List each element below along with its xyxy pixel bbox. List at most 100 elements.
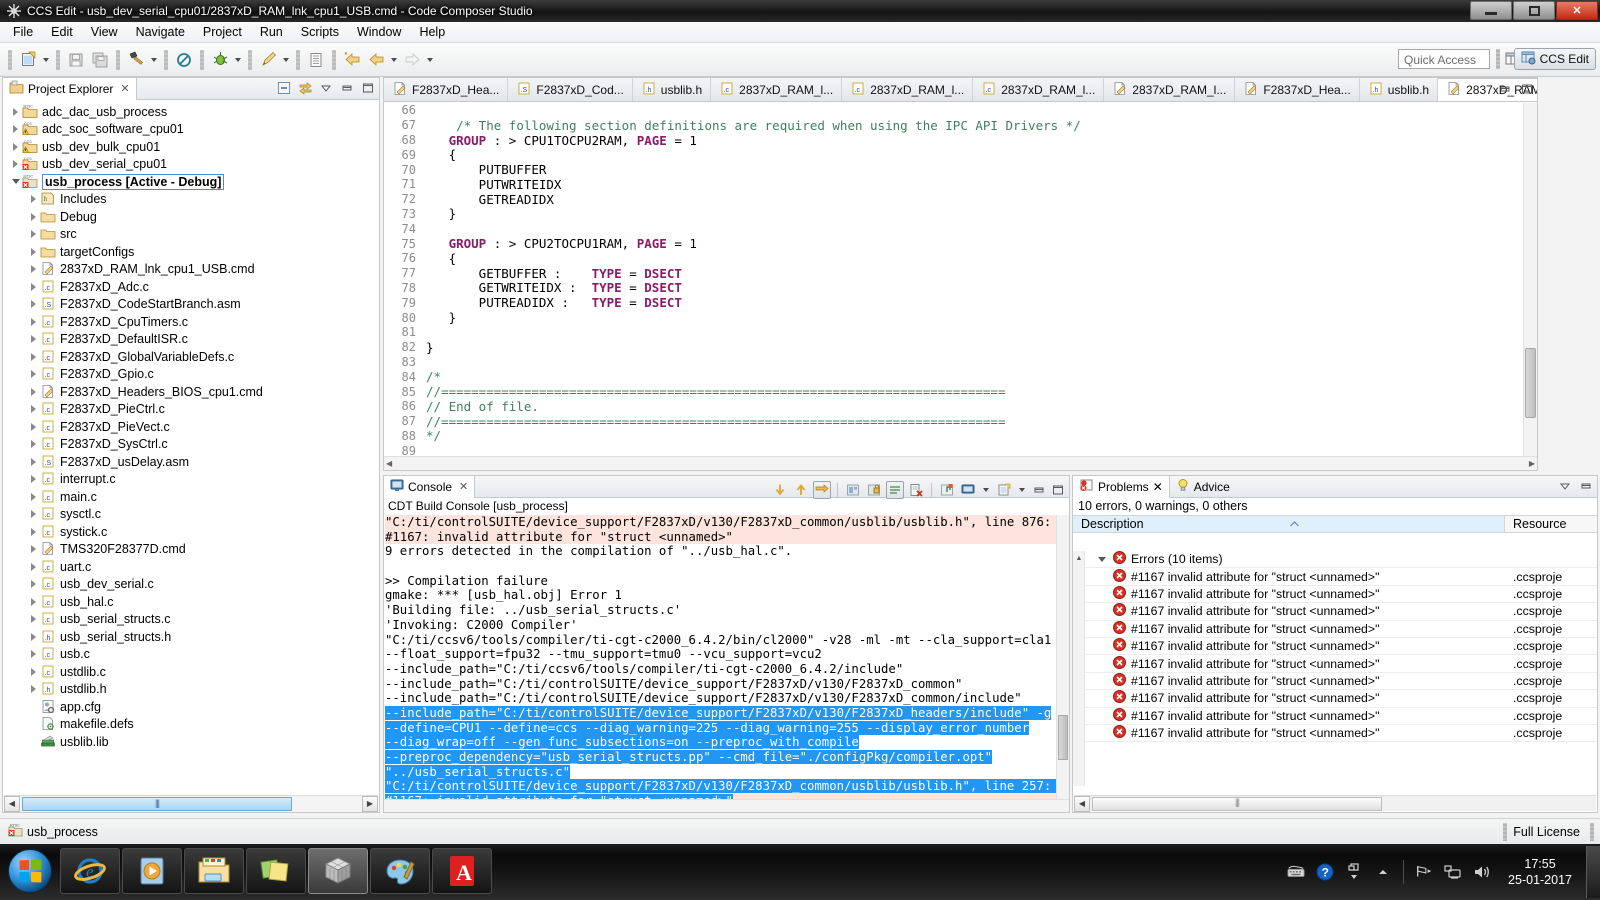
problems-vscrollbar[interactable]: ▲	[1073, 551, 1085, 786]
view-menu-icon[interactable]	[318, 80, 334, 96]
code-line[interactable]: 73 }	[384, 206, 1523, 221]
tree-item-usb-hal-c[interactable]: .c usb_hal.c	[3, 593, 379, 611]
expand-arrow-icon[interactable]	[27, 440, 40, 448]
code-editor[interactable]: 66 67 /* The following section definition…	[384, 103, 1523, 456]
lock-scroll-icon[interactable]	[865, 481, 883, 499]
editor-tab-3[interactable]: .c 2837xD_RAM_l...	[711, 78, 843, 101]
hscroll-thumb[interactable]	[22, 796, 292, 811]
close-icon[interactable]: ✕	[120, 82, 129, 95]
code-line[interactable]: 75 GROUP : > CPU2TOCPU1RAM, PAGE = 1	[384, 236, 1523, 251]
code-line[interactable]: 79 PUTREADIDX : TYPE = DSECT	[384, 295, 1523, 310]
display-console-icon[interactable]	[959, 481, 977, 499]
back-dropdown-icon[interactable]	[388, 48, 400, 72]
scroll-left-icon[interactable]: ◀	[4, 795, 20, 812]
code-line[interactable]: 74	[384, 221, 1523, 236]
expand-arrow-icon[interactable]	[27, 353, 40, 361]
editor-tab-1[interactable]: .S F2837xD_Cod...	[508, 78, 633, 101]
code-line[interactable]: 67 /* The following section definitions …	[384, 118, 1523, 133]
expand-arrow-icon[interactable]	[27, 195, 40, 203]
scroll-lock-icon[interactable]	[813, 481, 831, 499]
expand-arrow-icon[interactable]	[27, 493, 40, 501]
expand-arrow-icon[interactable]	[27, 283, 40, 291]
expand-arrow-icon[interactable]	[27, 230, 40, 238]
expand-arrow-icon[interactable]	[27, 545, 40, 553]
help-icon[interactable]: ?	[1316, 863, 1334, 881]
expand-arrow-icon[interactable]	[27, 318, 40, 326]
display-console-dropdown-icon[interactable]	[980, 478, 992, 502]
expand-arrow-icon[interactable]	[27, 405, 40, 413]
tree-item-f2837xd-cputimers-c[interactable]: .c F2837xD_CpuTimers.c	[3, 313, 379, 331]
code-line[interactable]: 89	[384, 443, 1523, 456]
new-console-dropdown-icon[interactable]	[1016, 478, 1028, 502]
toolbar-grip-4[interactable]	[164, 49, 168, 70]
editor-tab-2[interactable]: .h usblib.h	[633, 78, 712, 101]
problems-row[interactable]: #1167 invalid attribute for "struct <unn…	[1085, 725, 1597, 743]
pencil-edit-icon[interactable]	[256, 48, 280, 72]
expand-arrow-icon[interactable]	[27, 615, 40, 623]
debug-dropdown-icon[interactable]	[232, 48, 244, 72]
editor-tabbar[interactable]: F2837xD_Hea... .S F2837xD_Cod... .h usblib.h…	[384, 78, 1537, 102]
perspective-grip[interactable]	[1496, 49, 1500, 69]
editor-vscrollbar[interactable]	[1523, 103, 1537, 456]
minimize-button[interactable]	[1470, 1, 1512, 20]
build-dropdown-icon[interactable]	[148, 48, 160, 72]
console-output[interactable]: "C:/ti/controlSUITE/device_support/F2837…	[385, 515, 1056, 799]
tree-item-main-c[interactable]: .c main.c	[3, 488, 379, 506]
problems-row[interactable]: #1167 invalid attribute for "struct <unn…	[1085, 568, 1597, 586]
tree-item-usb-serial-structs-h[interactable]: .h usb_serial_structs.h	[3, 628, 379, 646]
expand-arrow-icon[interactable]	[27, 300, 40, 308]
expand-arrow-icon[interactable]	[27, 510, 40, 518]
tree-item-tms320f28377d-cmd[interactable]: TMS320F28377D.cmd	[3, 541, 379, 559]
tree-item-f2837xd-defaultisr-c[interactable]: .c F2837xD_DefaultISR.c	[3, 331, 379, 349]
open-resource-icon[interactable]	[304, 48, 328, 72]
code-line[interactable]: 68 GROUP : > CPU1TOCPU2RAM, PAGE = 1	[384, 133, 1523, 148]
collapse-all-icon[interactable]	[276, 80, 292, 96]
expand-arrow-icon[interactable]	[27, 650, 40, 658]
taskbar-cube-3d-icon[interactable]	[308, 848, 368, 894]
expand-arrow-icon[interactable]	[27, 370, 40, 378]
tree-item-f2837xd-usdelay-asm[interactable]: .S F2837xD_usDelay.asm	[3, 453, 379, 471]
tree-item-f2837xd-sysctrl-c[interactable]: .c F2837xD_SysCtrl.c	[3, 436, 379, 454]
project-tree[interactable]: RTSC adc_dac_usb_process CCS adc_soc_softwa…	[3, 101, 379, 794]
toolbar-grip-5[interactable]	[200, 49, 204, 70]
editor-tab-8[interactable]: .h usblib.h	[1360, 78, 1439, 101]
expand-arrow-icon[interactable]	[27, 685, 40, 693]
scroll-down-icon[interactable]	[771, 481, 789, 499]
tree-item-f2837xd-adc-c[interactable]: .c F2837xD_Adc.c	[3, 278, 379, 296]
network-icon[interactable]	[1415, 863, 1433, 881]
expand-arrow-icon[interactable]	[27, 213, 40, 221]
toolbar-grip-6[interactable]	[248, 49, 252, 70]
problems-hscroll-thumb[interactable]	[1092, 797, 1382, 811]
console-vscroll-thumb[interactable]	[1058, 715, 1068, 760]
problems-row[interactable]: #1167 invalid attribute for "struct <unn…	[1085, 603, 1597, 621]
expand-arrow-icon[interactable]	[27, 580, 40, 588]
code-line[interactable]: 84 /*	[384, 369, 1523, 384]
quick-access-input[interactable]: Quick Access	[1398, 49, 1490, 69]
minimize-editor-icon[interactable]	[1497, 81, 1513, 97]
minimize-view-icon[interactable]	[1578, 478, 1594, 494]
scroll-left-icon[interactable]: ◀	[1074, 795, 1090, 812]
tree-item-usb-dev-bulk-cpu01[interactable]: CCS usb_dev_bulk_cpu01	[3, 138, 379, 156]
editor-tab-6[interactable]: 2837xD_RAM_l...	[1104, 78, 1236, 101]
scroll-up-icon[interactable]	[792, 481, 810, 499]
code-line[interactable]: 86 // End of file.	[384, 399, 1523, 414]
show-desktop-button[interactable]	[1586, 846, 1600, 898]
remove-console-icon[interactable]	[907, 481, 925, 499]
hscroll-track[interactable]	[20, 795, 362, 812]
toolbar-grip-8[interactable]	[332, 49, 336, 70]
problems-group-row[interactable]: Errors (10 items)	[1085, 551, 1597, 569]
code-line[interactable]: 76 {	[384, 251, 1523, 266]
forward-arrow-icon[interactable]	[400, 48, 424, 72]
menu-window[interactable]: Window	[348, 23, 410, 41]
expand-arrow-icon[interactable]	[27, 633, 40, 641]
expand-arrow-icon[interactable]	[9, 160, 22, 168]
problems-row[interactable]: #1167 invalid attribute for "struct <unn…	[1085, 672, 1597, 691]
expand-arrow-icon[interactable]	[27, 598, 40, 606]
tree-item-f2837xd-pievect-c[interactable]: .c F2837xD_PieVect.c	[3, 418, 379, 436]
tree-item-uart-c[interactable]: .c uart.c	[3, 558, 379, 576]
tree-item-f2837xd-globalvariabledefs-c[interactable]: .c F2837xD_GlobalVariableDefs.c	[3, 348, 379, 366]
debug-bug-icon[interactable]	[208, 48, 232, 72]
taskbar-internet-explorer-icon[interactable]: e	[60, 848, 120, 894]
column-header-description[interactable]: Description	[1073, 516, 1505, 532]
code-line[interactable]: 78 GETWRITEIDX : TYPE = DSECT	[384, 280, 1523, 295]
